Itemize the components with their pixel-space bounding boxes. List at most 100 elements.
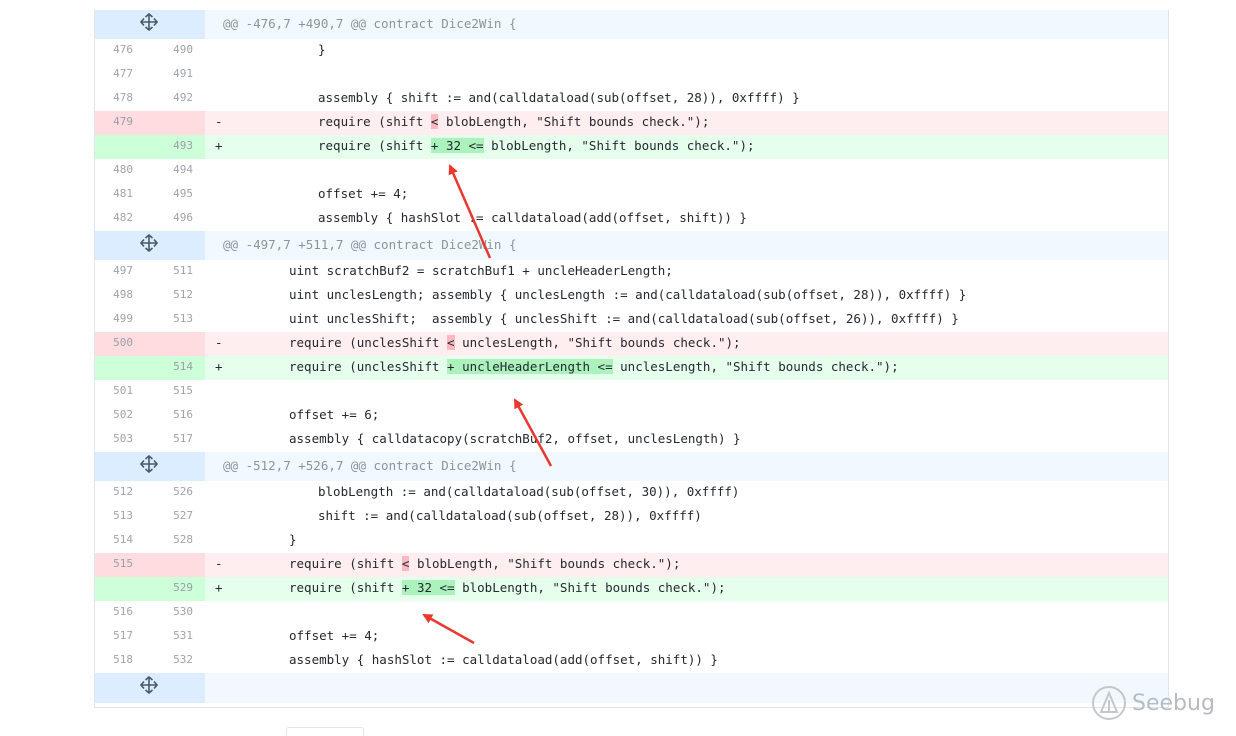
old-line-number[interactable]: 481 bbox=[113, 183, 133, 205]
new-line-number[interactable]: 527 bbox=[173, 505, 193, 527]
old-line-number[interactable]: 500 bbox=[113, 332, 133, 354]
line-code: } bbox=[205, 39, 1168, 63]
diff-sign: - bbox=[215, 114, 223, 129]
expand-lines-icon[interactable] bbox=[139, 233, 159, 253]
line-number-gutter: 476 490 bbox=[95, 39, 205, 63]
hunk-gutter bbox=[95, 231, 205, 260]
deleted-line: 515 - require (shift < blobLength, "Shift … bbox=[95, 553, 1168, 577]
hunk-gutter bbox=[95, 452, 205, 481]
line-number-gutter: 517 531 bbox=[95, 625, 205, 649]
old-line-number[interactable]: 499 bbox=[113, 308, 133, 330]
code-segment: require (unclesShift bbox=[289, 359, 448, 374]
code-text: require (shift < blobLength, "Shift boun… bbox=[318, 111, 709, 133]
old-line-number[interactable]: 513 bbox=[113, 505, 133, 527]
context-line: 480 494 bbox=[95, 159, 1168, 183]
old-line-number[interactable]: 480 bbox=[113, 159, 133, 181]
new-line-number[interactable]: 529 bbox=[173, 577, 193, 599]
old-line-number[interactable]: 479 bbox=[113, 111, 133, 133]
expand-lines-icon[interactable] bbox=[139, 454, 159, 474]
old-line-number[interactable]: 518 bbox=[113, 649, 133, 671]
diff-sign: + bbox=[215, 138, 223, 153]
new-line-number[interactable]: 491 bbox=[173, 63, 193, 85]
line-code: - require (shift < blobLength, "Shift bou… bbox=[205, 111, 1168, 135]
context-line: 478 492 assembly { shift := and(calldatalo… bbox=[95, 87, 1168, 111]
added-line: 514 + require (unclesShift + uncleHeaderLe… bbox=[95, 356, 1168, 380]
new-line-number[interactable]: 526 bbox=[173, 481, 193, 503]
new-line-number[interactable]: 493 bbox=[173, 135, 193, 157]
hunk-gutter bbox=[95, 673, 205, 703]
new-line-number[interactable]: 517 bbox=[173, 428, 193, 450]
new-line-number[interactable]: 492 bbox=[173, 87, 193, 109]
old-line-number[interactable]: 497 bbox=[113, 260, 133, 282]
old-line-number[interactable]: 517 bbox=[113, 625, 133, 647]
new-line-number[interactable]: 531 bbox=[173, 625, 193, 647]
deleted-line: 500 - require (unclesShift < unclesLength,… bbox=[95, 332, 1168, 356]
context-line: 518 532 assembly { hashSlot := calldataloa… bbox=[95, 649, 1168, 673]
new-line-number[interactable]: 511 bbox=[173, 260, 193, 282]
expand-lines-icon[interactable] bbox=[139, 12, 159, 32]
new-line-number[interactable]: 530 bbox=[173, 601, 193, 623]
context-line: 516 530 bbox=[95, 601, 1168, 625]
new-line-number[interactable]: 513 bbox=[173, 308, 193, 330]
line-number-gutter: 499 513 bbox=[95, 308, 205, 332]
context-line: 477 491 bbox=[95, 63, 1168, 87]
old-line-number[interactable]: 501 bbox=[113, 380, 133, 402]
hunk-gutter bbox=[95, 10, 205, 39]
old-line-number[interactable]: 514 bbox=[113, 529, 133, 551]
code-text: assembly { hashSlot := calldataload(add(… bbox=[289, 652, 718, 667]
code-segment: blobLength, "Shift bounds check."); bbox=[409, 556, 681, 571]
new-line-number[interactable]: 516 bbox=[173, 404, 193, 426]
new-line-number[interactable]: 490 bbox=[173, 39, 193, 61]
old-line-number[interactable]: 478 bbox=[113, 87, 133, 109]
partial-button[interactable] bbox=[286, 727, 364, 736]
line-code: - require (shift < blobLength, "Shift bou… bbox=[205, 553, 1168, 577]
line-code: + require (unclesShift + uncleHeaderLengt… bbox=[205, 356, 1168, 380]
old-line-number[interactable]: 476 bbox=[113, 39, 133, 61]
new-line-number[interactable]: 496 bbox=[173, 207, 193, 229]
old-line-number[interactable]: 498 bbox=[113, 284, 133, 306]
context-line: 482 496 assembly { hashSlot := calldataloa… bbox=[95, 207, 1168, 231]
code-text: } bbox=[289, 532, 297, 547]
line-number-gutter: 479 bbox=[95, 111, 205, 135]
line-number-gutter: 515 bbox=[95, 553, 205, 577]
code-text: offset += 6; bbox=[289, 407, 380, 422]
hunk-header-code: @@ -476,7 +490,7 @@ contract Dice2Win { bbox=[205, 10, 1168, 39]
old-line-number[interactable]: 515 bbox=[113, 553, 133, 575]
deleted-line: 479 - require (shift < blobLength, "Shift … bbox=[95, 111, 1168, 135]
diff-sign: + bbox=[215, 359, 223, 374]
line-code bbox=[205, 380, 1168, 404]
line-number-gutter: 481 495 bbox=[95, 183, 205, 207]
line-number-gutter: 529 bbox=[95, 577, 205, 601]
old-line-number[interactable]: 482 bbox=[113, 207, 133, 229]
new-line-number[interactable]: 512 bbox=[173, 284, 193, 306]
expand-lines-icon[interactable] bbox=[139, 675, 159, 695]
context-line: 503 517 assembly { calldatacopy(scratchBuf… bbox=[95, 428, 1168, 452]
line-code bbox=[205, 159, 1168, 183]
code-text: offset += 4; bbox=[289, 628, 380, 643]
line-code: uint unclesLength; assembly { unclesLeng… bbox=[205, 284, 1168, 308]
new-line-number[interactable]: 528 bbox=[173, 529, 193, 551]
new-line-number[interactable]: 532 bbox=[173, 649, 193, 671]
old-line-number[interactable]: 503 bbox=[113, 428, 133, 450]
context-line: 499 513 uint unclesShift; assembly { uncle… bbox=[95, 308, 1168, 332]
new-line-number[interactable]: 494 bbox=[173, 159, 193, 181]
new-line-number[interactable]: 515 bbox=[173, 380, 193, 402]
line-code: offset += 4; bbox=[205, 183, 1168, 207]
line-number-gutter: 497 511 bbox=[95, 260, 205, 284]
context-line: 512 526 blobLength := and(calldataload(sub… bbox=[95, 481, 1168, 505]
old-line-number[interactable]: 516 bbox=[113, 601, 133, 623]
line-code: assembly { hashSlot := calldataload(add(… bbox=[205, 207, 1168, 231]
old-line-number[interactable]: 512 bbox=[113, 481, 133, 503]
new-line-number[interactable]: 514 bbox=[173, 356, 193, 378]
code-text: uint scratchBuf2 = scratchBuf1 + uncleHe… bbox=[289, 263, 673, 278]
line-code: - require (unclesShift < unclesLength, "S… bbox=[205, 332, 1168, 356]
line-code: uint scratchBuf2 = scratchBuf1 + uncleHe… bbox=[205, 260, 1168, 284]
line-code: offset += 4; bbox=[205, 625, 1168, 649]
old-line-number[interactable]: 502 bbox=[113, 404, 133, 426]
old-line-number[interactable]: 477 bbox=[113, 63, 133, 85]
new-line-number[interactable]: 495 bbox=[173, 183, 193, 205]
code-segment: unclesLength, "Shift bounds check."); bbox=[612, 359, 899, 374]
code-segment: require (shift bbox=[289, 556, 402, 571]
diff-expander-row bbox=[95, 673, 1168, 703]
line-code bbox=[205, 63, 1168, 87]
